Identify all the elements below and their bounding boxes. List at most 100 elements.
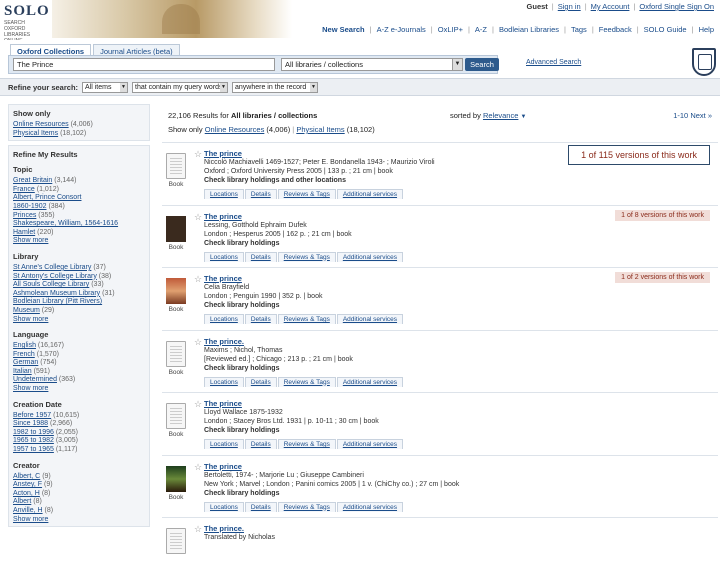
nav-bodleian[interactable]: Bodleian Libraries [499,25,559,34]
check-holdings-link[interactable]: Check library holdings [204,490,279,497]
book-cover-thumbnail[interactable] [166,340,186,367]
facet-item[interactable]: Anstey, F (9) [13,481,145,490]
facet-item[interactable]: All Souls College Library (33) [13,281,145,290]
facet-link[interactable]: English [13,342,36,349]
chevron-down-icon[interactable]: ▼ [120,83,127,92]
physical-items-link[interactable]: Physical Items [296,125,344,134]
facet-item[interactable]: Ashmolean Museum Library (31) [13,290,145,299]
chevron-down-icon[interactable]: ▼ [521,114,527,120]
tab-locations[interactable]: Locations [204,376,244,387]
versions-link[interactable]: 1 of 2 versions of this work [615,272,710,283]
nav-feedback[interactable]: Feedback [599,25,632,34]
facet-link[interactable]: Great Britain [13,177,52,184]
result-title-link[interactable]: The prince [204,399,242,408]
facet-link[interactable]: Hamlet [13,229,35,236]
result-title-link[interactable]: The prince [204,212,242,221]
facet-item[interactable]: Bodleian Library (Pitt Rivers) [13,298,145,307]
tab-reviews-tags[interactable]: Reviews & Tags [277,251,336,262]
nav-help[interactable]: Help [699,25,714,34]
check-holdings-link[interactable]: Check library holdings [204,427,279,434]
star-icon[interactable]: ☆ [194,212,202,223]
facet-item[interactable]: Albert, C (9) [13,473,145,482]
nav-oxlip[interactable]: OxLIP+ [438,25,463,34]
tab-details[interactable]: Details [244,439,277,449]
search-button[interactable]: Search [465,58,499,71]
facet-link[interactable]: Shakespeare, William, 1564-1616 [13,220,118,227]
facet-link[interactable]: Show more [13,516,48,523]
facet-link[interactable]: Albert, C [13,473,40,480]
check-holdings-link[interactable]: Check library holdings [204,240,279,247]
facet-link[interactable]: France [13,186,35,193]
search-input[interactable]: The Prince [13,58,275,71]
tab-reviews-tags[interactable]: Reviews & Tags [277,189,336,199]
nav-a-z-ejournals[interactable]: A-Z e-Journals [377,25,426,34]
facet-item[interactable]: 1982 to 1996 (2,055) [13,429,145,438]
star-icon[interactable]: ☆ [194,337,202,348]
book-cover-thumbnail[interactable] [166,278,186,304]
facet-item[interactable]: 1860-1902 (384) [13,203,145,212]
tab-additional-services[interactable]: Additional services [336,251,404,262]
facet-link[interactable]: St Antony's College Library [13,273,97,280]
versions-link[interactable]: 1 of 8 versions of this work [615,209,710,221]
tab-details[interactable]: Details [244,376,277,387]
facet-item[interactable]: Museum (29) [13,307,145,316]
tab-details[interactable]: Details [244,251,277,262]
tab-additional-services[interactable]: Additional services [336,439,404,449]
facet-link[interactable]: 1957 to 1965 [13,446,54,453]
book-cover-thumbnail[interactable] [166,465,186,492]
facet-link[interactable]: Undetermined [13,376,57,383]
facet-link[interactable]: Show more [13,385,48,392]
online-resources-link[interactable]: Online Resources [205,125,265,134]
result-title-link[interactable]: The prince. [204,524,244,533]
oxford-sso-link[interactable]: Oxford Single Sign On [639,2,714,11]
facet-item[interactable]: Since 1988 (2,966) [13,420,145,429]
facet-item[interactable]: St Antony's College Library (38) [13,273,145,282]
facet-item[interactable]: 1965 to 1982 (3,005) [13,437,145,446]
facet-link[interactable]: Ashmolean Museum Library [13,290,100,297]
tab-reviews-tags[interactable]: Reviews & Tags [277,501,336,512]
tab-additional-services[interactable]: Additional services [336,376,404,387]
facet-item[interactable]: Before 1957 (10,615) [13,412,145,421]
tab-locations[interactable]: Locations [204,439,244,449]
tab-locations[interactable]: Locations [204,189,244,199]
result-title-link[interactable]: The prince [204,149,242,158]
star-icon[interactable]: ☆ [194,149,202,160]
facet-item[interactable]: France (1,012) [13,186,145,195]
facet-link[interactable]: Italian [13,368,32,375]
facet-item[interactable]: French (1,570) [13,351,145,360]
facet-link[interactable]: St Anne's College Library [13,264,91,271]
tab-reviews-tags[interactable]: Reviews & Tags [277,439,336,449]
book-cover-thumbnail[interactable] [166,215,186,242]
refine-where-select[interactable]: anywhere in the record ▼ [232,82,318,93]
facet-link[interactable]: All Souls College Library [13,281,89,288]
tab-additional-services[interactable]: Additional services [336,501,404,512]
facet-item[interactable]: Shakespeare, William, 1564-1616 [13,220,145,229]
my-account-link[interactable]: My Account [591,2,630,11]
tab-details[interactable]: Details [244,189,277,199]
check-holdings-link[interactable]: Check library holdings and other locatio… [204,177,346,184]
facet-item[interactable]: 1957 to 1965 (1,117) [13,446,145,455]
facet-item[interactable]: Physical Items (18,102) [13,130,145,139]
facet-item[interactable]: Show more [13,385,145,394]
facet-item[interactable]: Acton, H (8) [13,490,145,499]
facet-link[interactable]: 1965 to 1982 [13,437,54,444]
facet-link[interactable]: French [13,351,35,358]
facet-link[interactable]: Anville, H [13,507,43,514]
star-icon[interactable]: ☆ [194,524,202,535]
facet-item[interactable]: Show more [13,516,145,525]
tab-details[interactable]: Details [244,501,277,512]
facet-link[interactable]: 1860-1902 [13,203,46,210]
star-icon[interactable]: ☆ [194,274,202,285]
facet-link[interactable]: Show more [13,316,48,323]
book-cover-thumbnail[interactable] [166,528,186,554]
facet-item[interactable]: English (16,167) [13,342,145,351]
check-holdings-link[interactable]: Check library holdings [204,365,279,372]
nav-new-search[interactable]: New Search [322,25,365,34]
refine-field-select[interactable]: All items ▼ [82,82,128,93]
facet-link[interactable]: Since 1988 [13,420,48,427]
facet-item[interactable]: Hamlet (220) [13,229,145,238]
facet-link[interactable]: Bodleian Library (Pitt Rivers) [13,298,102,305]
facet-link[interactable]: Before 1957 [13,412,51,419]
facet-item[interactable]: Online Resources (4,006) [13,121,145,130]
result-title-link[interactable]: The prince [204,462,242,471]
